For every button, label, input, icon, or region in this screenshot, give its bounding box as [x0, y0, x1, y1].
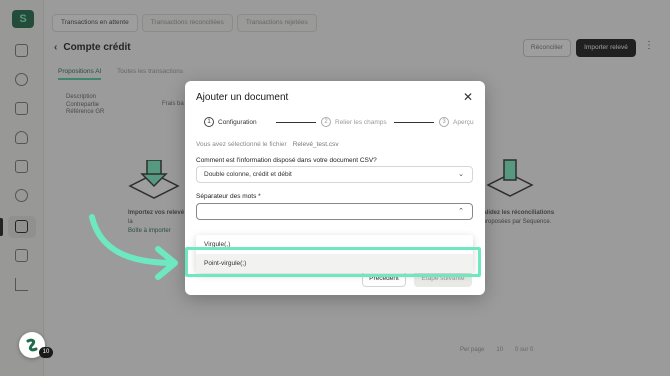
file-prefix: Vous avez sélectionné le fichier: [196, 141, 287, 148]
separator-select[interactable]: ⌃: [196, 203, 473, 220]
step-label: Configuration: [218, 118, 257, 126]
stepper: 1 Configuration 2 Relier les champs 3 Ap…: [196, 117, 476, 129]
selected-file-line: Vous avez sélectionné le fichier Relevé_t…: [196, 141, 339, 148]
modal-title: Ajouter un document: [196, 92, 289, 103]
step-configuration: 1 Configuration: [204, 117, 257, 127]
file-name: Relevé_test.csv: [292, 141, 339, 148]
chevron-down-icon: ⌄: [458, 171, 464, 178]
curved-arrow-icon: [89, 214, 178, 280]
step-number: 2: [321, 117, 331, 127]
step-link-fields: 2 Relier les champs: [321, 117, 387, 127]
step-number: 1: [204, 117, 214, 127]
step-preview: 3 Aperçu: [439, 117, 474, 127]
brand-logo-icon: [26, 338, 38, 352]
close-icon[interactable]: ✕: [463, 90, 473, 104]
layout-select[interactable]: Double colonne, crédit et débit ⌄: [196, 166, 473, 183]
chevron-up-icon: ⌃: [458, 208, 464, 215]
step-label: Relier les champs: [335, 118, 387, 126]
notification-badge: 10: [39, 347, 53, 358]
separator-label: Séparateur des mots *: [196, 193, 261, 200]
step-connector: [276, 122, 316, 123]
layout-select-value: Double colonne, crédit et débit: [204, 171, 292, 178]
highlight-box: [185, 247, 481, 277]
step-label: Aperçu: [453, 118, 474, 126]
step-connector: [394, 122, 434, 123]
step-number: 3: [439, 117, 449, 127]
layout-question: Comment est l'information disposé dans v…: [196, 157, 377, 164]
